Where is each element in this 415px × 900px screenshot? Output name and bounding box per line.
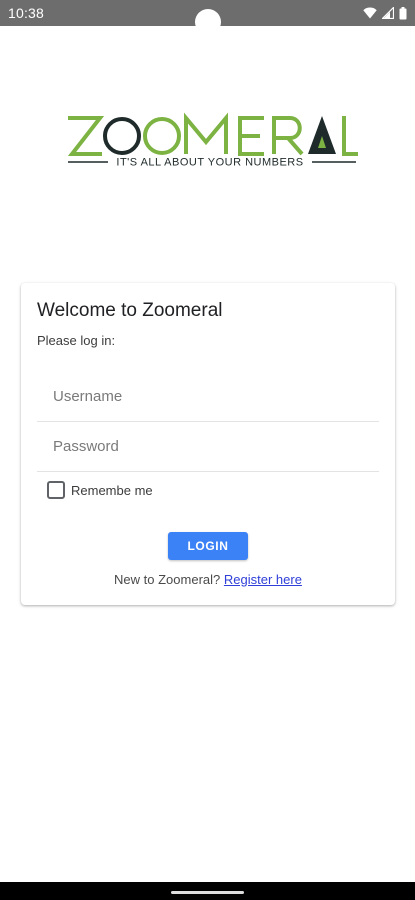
register-link[interactable]: Register here xyxy=(224,572,302,587)
register-prompt-line: New to Zoomeral? Register here xyxy=(21,572,395,587)
login-card: Welcome to Zoomeral Please log in: Remem… xyxy=(21,283,395,605)
status-bar: 10:38 xyxy=(0,0,415,35)
password-input[interactable] xyxy=(37,422,379,471)
username-input[interactable] xyxy=(37,372,379,421)
status-time: 10:38 xyxy=(8,5,45,21)
card-title: Welcome to Zoomeral xyxy=(37,300,223,321)
remember-me-checkbox[interactable] xyxy=(47,481,65,499)
wifi-icon xyxy=(363,7,377,19)
logo-tagline: IT'S ALL ABOUT YOUR NUMBERS xyxy=(116,157,303,169)
remember-me-row[interactable]: Remembe me xyxy=(47,481,153,499)
username-field-container xyxy=(37,372,379,422)
login-screen: 10:38 IT'S ALL ABOUT YOUR NUMBERS Welcom… xyxy=(0,0,415,900)
card-subtitle: Please log in: xyxy=(37,333,116,348)
battery-icon xyxy=(399,6,407,20)
signal-icon xyxy=(382,7,394,19)
remember-me-label: Remembe me xyxy=(71,482,153,498)
home-gesture-handle[interactable] xyxy=(171,891,244,894)
password-field-container xyxy=(37,422,379,472)
login-button[interactable]: LOGIN xyxy=(168,532,248,560)
register-prompt-text: New to Zoomeral? xyxy=(114,572,221,587)
status-icons xyxy=(363,6,407,20)
camera-cutout xyxy=(195,9,221,35)
navigation-bar xyxy=(0,882,415,900)
zoomeral-logo: IT'S ALL ABOUT YOUR NUMBERS xyxy=(60,108,360,172)
